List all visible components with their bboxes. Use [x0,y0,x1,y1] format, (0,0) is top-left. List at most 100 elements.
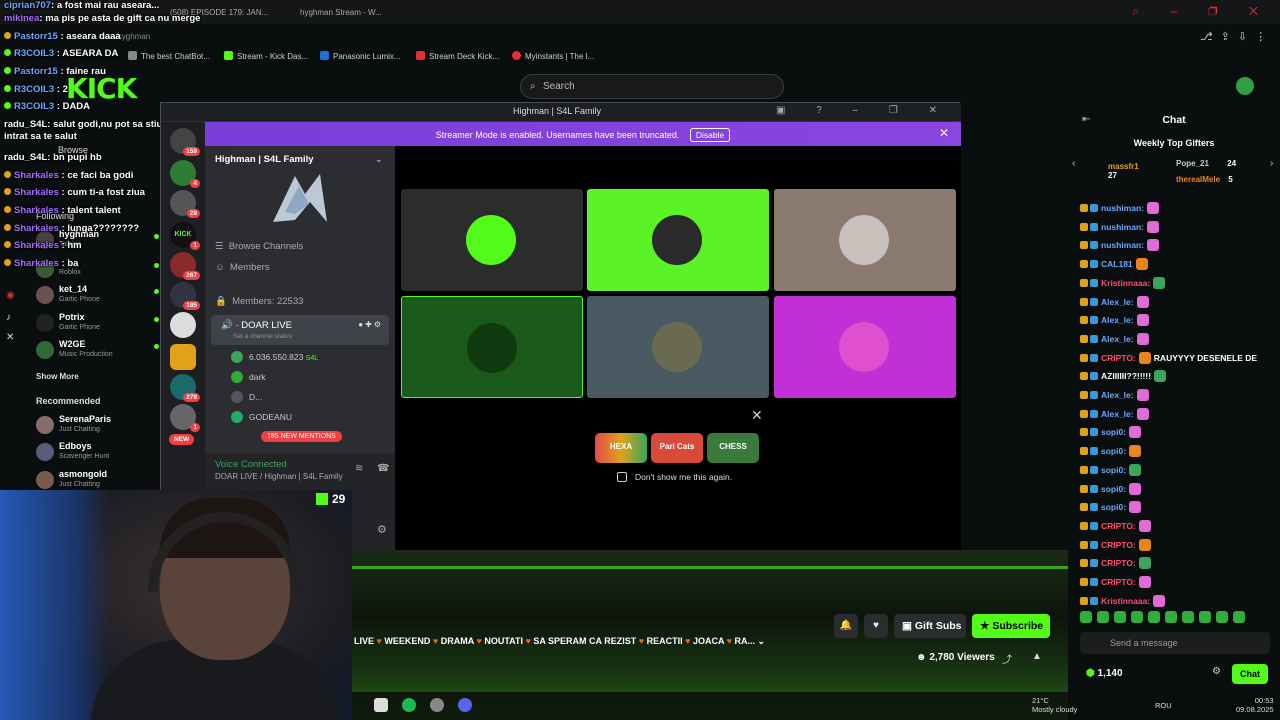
chat-username[interactable]: Alex_le: [1101,297,1134,307]
voice-user[interactable]: 6.036.550.823 S4L [231,351,318,363]
bell-icon[interactable]: 🔔 [834,614,858,638]
server-icon[interactable]: 185 [170,282,200,310]
report-icon[interactable]: ▲ [1032,651,1042,662]
server-icon[interactable] [170,312,196,338]
server-name[interactable]: Highman | S4L Family [215,154,314,165]
instagram-icon[interactable]: ◉ [6,290,15,301]
server-icon[interactable]: 4 [170,160,200,188]
game-pari-cats[interactable]: Pari Cats [651,433,703,463]
chevron-right-icon[interactable]: › [1270,158,1273,169]
chat-username[interactable]: sopi0: [1101,502,1126,512]
server-icon[interactable]: 267 [170,252,200,280]
taskbar-language[interactable]: ROU [1155,701,1172,710]
chat-username[interactable]: CRIPTO: [1101,540,1136,550]
chat-username[interactable]: nushiman: [1101,222,1144,232]
chat-username[interactable]: Alex_le: [1101,315,1134,325]
chevron-left-icon[interactable]: ‹ [1072,158,1075,169]
taskbar-weather[interactable]: 21°C Mostly cloudy [1032,696,1077,714]
voice-tile[interactable] [401,189,583,291]
chat-username[interactable]: AZIIIIII??!!!!! [1101,371,1151,381]
close-icon[interactable]: ✕ [939,126,949,140]
gifter[interactable]: therealMele 5 [1176,175,1233,184]
disconnect-icon[interactable]: ☎ [377,463,389,474]
share-icon[interactable]: ⤴ [1002,651,1012,666]
browser-extension-icons[interactable]: ⎇⇪⇩⋮ [1200,30,1274,43]
spotify-icon[interactable] [402,698,416,712]
browse-channels[interactable]: ☰ Browse Channels [215,241,303,252]
taskbar-clock[interactable]: 00:53 09.08.2025 [1236,696,1274,714]
chat-username[interactable]: Alex_le: [1101,409,1134,419]
voice-location[interactable]: DOAR LIVE / Highman | S4L Family [215,472,343,481]
bookmark-3[interactable]: Panasonic Lumix... [320,51,401,61]
voice-tile-speaking[interactable] [587,189,769,291]
x-icon[interactable]: ✕ [6,332,14,343]
browser-tab-title[interactable]: hyghman Stream - W... [300,8,382,17]
heart-icon[interactable]: ♥ [864,614,888,638]
chat-username[interactable]: sopi0: [1101,446,1126,456]
sidebar-channel-potrix[interactable]: Potrix Gartic Phone [36,312,161,338]
chat-username[interactable]: Alex_le: [1101,334,1134,344]
voice-user[interactable]: dark [231,371,266,383]
voice-user[interactable]: GODEANU [231,411,292,423]
server-icon[interactable]: 159 [170,128,200,156]
chat-username[interactable]: CRIPTO: [1101,558,1136,568]
window-controls[interactable]: ⌕ – ❐ ✕ [1132,4,1272,19]
bookmark-1[interactable]: The best ChatBot... [128,51,210,61]
bookmark-5[interactable]: Myinstants | The l... [512,51,594,61]
channel-actions-icons[interactable]: ●✚⚙ [358,320,383,329]
voice-user[interactable]: D... [231,391,262,403]
chat-username[interactable]: nushiman: [1101,240,1144,250]
chat-username[interactable]: sopi0: [1101,484,1126,494]
chat-username[interactable]: Kristinnaaa: [1101,278,1150,288]
gear-icon[interactable]: ⚙ [1212,666,1221,677]
sidebar-channel-ket14[interactable]: ket_14 Gartic Phone [36,284,161,310]
server-icon-kick[interactable]: KICK 1 [170,222,200,250]
chat-username[interactable]: CRIPTO: [1101,353,1136,363]
chat-username[interactable]: sopi0: [1101,427,1126,437]
discord-icon[interactable] [458,698,472,712]
search-input[interactable]: ⌕ Search [520,74,784,99]
folder-icon[interactable] [170,344,196,370]
sidebar-recommended-edboys[interactable]: Edboys Scavenger Hunt [36,441,161,467]
voice-tile[interactable] [774,296,956,398]
subscribe-button[interactable]: ★ Subscribe [972,614,1050,638]
close-icon[interactable]: ✕ [751,407,763,424]
voice-channel-doar-live[interactable]: 🔊 · DOAR LIVE Set a channel status ●✚⚙ [211,315,389,345]
gifter[interactable]: Pope_21 24 [1176,159,1236,168]
chat-send-button[interactable]: Chat [1232,664,1268,684]
chat-input[interactable]: Send a message [1080,632,1270,654]
user-avatar[interactable] [1236,77,1254,95]
channel-status[interactable]: Set a channel status [233,333,292,340]
voice-tile[interactable] [774,189,956,291]
noise-suppression-icon[interactable]: ≋ [355,463,363,474]
gear-icon[interactable]: ⚙ [377,523,387,536]
game-hexa[interactable]: HEXA [595,433,647,463]
members-link[interactable]: ☺ Members [215,262,270,273]
chat-username[interactable]: CRIPTO: [1101,521,1136,531]
chevron-down-icon[interactable]: ⌄ [375,154,383,165]
tiktok-icon[interactable]: ♪ [6,312,11,323]
new-badge[interactable]: NEW [169,434,195,445]
chat-username[interactable]: sopi0: [1101,465,1126,475]
server-icon[interactable]: 1 [170,404,200,432]
chat-username[interactable]: nushiman: [1101,203,1144,213]
voice-tile[interactable] [587,296,769,398]
gifter[interactable]: massfr1 27 [1108,162,1139,180]
show-more-link[interactable]: Show More [36,372,79,381]
sidebar-channel-w2ge[interactable]: W2GE Music Production [36,339,161,365]
dont-show-again-checkbox[interactable]: Don't show me this again. [617,472,732,482]
chat-username[interactable]: Alex_le: [1101,390,1134,400]
bookmark-2[interactable]: Stream - Kick Das... [224,51,308,61]
voice-tile[interactable] [401,296,583,398]
discord-window-controls[interactable]: ▣ ? – ❐ ✕ [776,105,951,116]
chat-username[interactable]: CRIPTO: [1101,577,1136,587]
taskbar-app-icon[interactable] [374,698,388,712]
gift-subs-button[interactable]: ▣ Gift Subs [894,614,966,638]
new-mentions-pill[interactable]: 185 NEW MENTIONS [261,431,342,442]
server-icon[interactable]: 29 [170,190,200,218]
taskbar-app-icon[interactable] [430,698,444,712]
emote-bar[interactable] [1080,610,1270,626]
sidebar-recommended-serenaparis[interactable]: SerenaParis Just Chatting [36,414,161,440]
server-icon[interactable]: 278 [170,374,200,402]
game-chess[interactable]: CHESS [707,433,759,463]
